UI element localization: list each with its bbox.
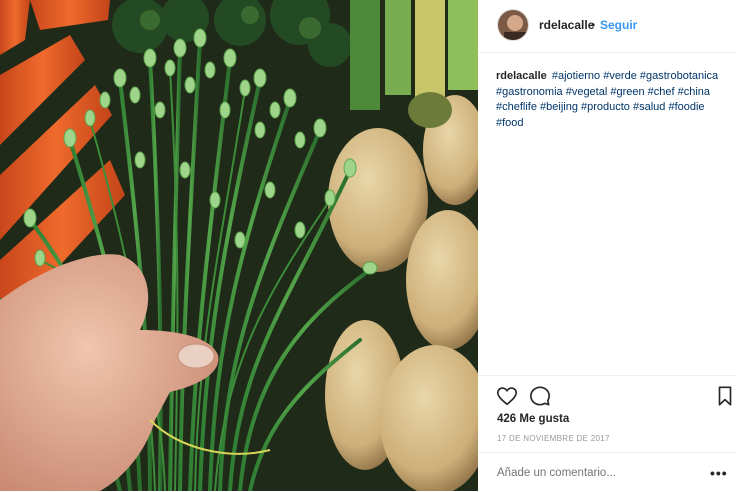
post-sidebar: rdelacalle • Seguir rdelacalle #ajotiern…: [478, 0, 736, 491]
post-header: rdelacalle • Seguir: [478, 0, 736, 53]
post-photo-illustration: [0, 0, 478, 491]
avatar[interactable]: [497, 9, 529, 41]
caption-username[interactable]: rdelacalle: [496, 70, 547, 82]
more-options-icon[interactable]: •••: [710, 465, 728, 481]
post-photo[interactable]: [0, 0, 478, 491]
heart-icon[interactable]: [496, 385, 518, 407]
bookmark-icon[interactable]: [714, 385, 736, 407]
instagram-post: rdelacalle • Seguir rdelacalle #ajotiern…: [0, 0, 736, 491]
comment-bubble-icon[interactable]: [529, 385, 551, 407]
header-separator: •: [591, 18, 596, 32]
post-date: 17 DE NOVIEMBRE DE 2017: [497, 434, 610, 443]
post-caption: rdelacalle #ajotierno #verde #gastrobota…: [496, 69, 728, 131]
like-count[interactable]: 426 Me gusta: [497, 413, 569, 425]
action-bar: [478, 375, 736, 416]
comment-bar: •••: [478, 452, 736, 492]
follow-button[interactable]: Seguir: [600, 18, 637, 32]
header-username[interactable]: rdelacalle: [539, 18, 594, 32]
comment-input[interactable]: [497, 467, 697, 479]
avatar-image: [498, 10, 528, 40]
